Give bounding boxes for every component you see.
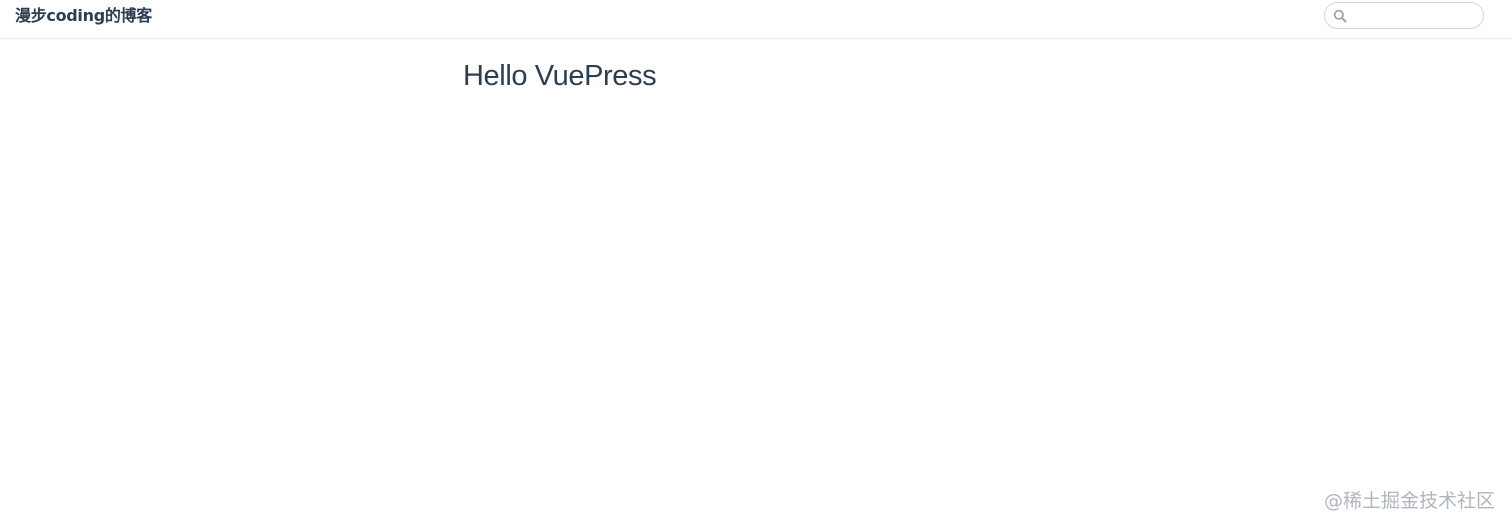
- search-icon: [1333, 9, 1347, 23]
- page-title: Hello VuePress: [463, 60, 657, 92]
- search-input[interactable]: [1351, 6, 1477, 25]
- watermark-text: @稀土掘金技术社区: [1323, 490, 1495, 512]
- site-name-link[interactable]: 漫步coding的博客: [15, 6, 152, 26]
- navbar: 漫步coding的博客: [0, 0, 1512, 39]
- search-box[interactable]: [1324, 2, 1484, 29]
